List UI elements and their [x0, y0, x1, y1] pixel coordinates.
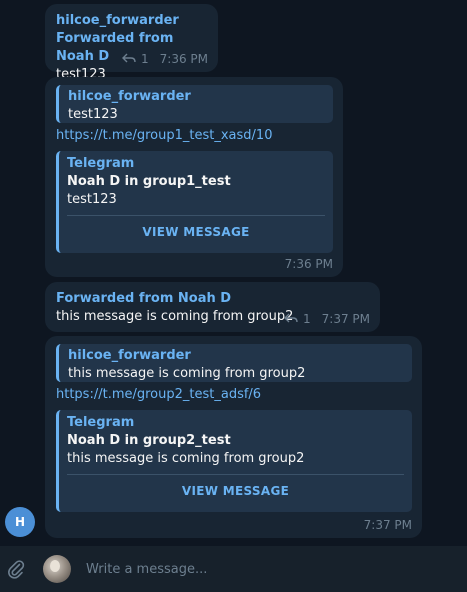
paperclip-icon[interactable]: [3, 556, 29, 582]
message-time: 7:36 PM: [284, 257, 333, 271]
preview-site: Telegram: [67, 156, 135, 171]
message-meta: 1 7:36 PM: [122, 52, 208, 66]
forwarded-from-label[interactable]: Forwarded from Noah D: [56, 290, 370, 308]
quote-sender: hilcoe_forwarder: [68, 89, 191, 104]
message-bubble[interactable]: hilcoe_forwarder this message is coming …: [45, 336, 422, 538]
sender-avatar[interactable]: H: [5, 507, 35, 537]
reply-icon[interactable]: [122, 52, 136, 66]
reply-count[interactable]: 1: [141, 52, 149, 66]
quoted-message[interactable]: hilcoe_forwarder this message is coming …: [56, 344, 412, 382]
quote-text: this message is coming from group2: [68, 366, 306, 381]
message-input[interactable]: [86, 561, 467, 577]
preview-text: this message is coming from group2: [67, 451, 305, 466]
message-bubble[interactable]: Forwarded from Noah D this message is co…: [45, 282, 380, 332]
preview-title: Noah D in group2_test: [67, 433, 231, 448]
view-message-button[interactable]: VIEW MESSAGE: [67, 216, 325, 248]
message-meta: 1 7:37 PM: [284, 312, 370, 326]
message-meta: 7:37 PM: [364, 518, 412, 532]
reply-count[interactable]: 1: [303, 312, 311, 326]
message-sender[interactable]: hilcoe_forwarder: [56, 12, 208, 30]
chat-history: hilcoe_forwarder Forwarded from Noah D t…: [0, 0, 467, 546]
message-time: 7:37 PM: [363, 518, 412, 532]
user-avatar[interactable]: [43, 555, 71, 583]
message-link[interactable]: https://t.me/group1_test_xasd/10: [56, 127, 333, 145]
preview-site: Telegram: [67, 415, 135, 430]
quoted-message[interactable]: hilcoe_forwarder test123: [56, 85, 333, 123]
message-time: 7:37 PM: [321, 312, 370, 326]
link-preview: Telegram Noah D in group2_test this mess…: [56, 410, 412, 512]
reply-icon[interactable]: [284, 312, 298, 326]
message-meta: 7:36 PM: [285, 257, 333, 271]
message-link[interactable]: https://t.me/group2_test_adsf/6: [56, 386, 412, 404]
message-time: 7:36 PM: [159, 52, 208, 66]
preview-text: test123: [67, 192, 117, 207]
message-bubble[interactable]: hilcoe_forwarder Forwarded from Noah D t…: [45, 4, 218, 82]
quote-sender: hilcoe_forwarder: [68, 348, 191, 363]
quote-text: test123: [68, 107, 118, 122]
preview-title: Noah D in group1_test: [67, 174, 231, 189]
message-composer: [0, 546, 467, 592]
view-message-button[interactable]: VIEW MESSAGE: [67, 475, 404, 507]
message-bubble[interactable]: hilcoe_forwarder test123 https://t.me/gr…: [45, 77, 343, 277]
link-preview: Telegram Noah D in group1_test test123 V…: [56, 151, 333, 253]
